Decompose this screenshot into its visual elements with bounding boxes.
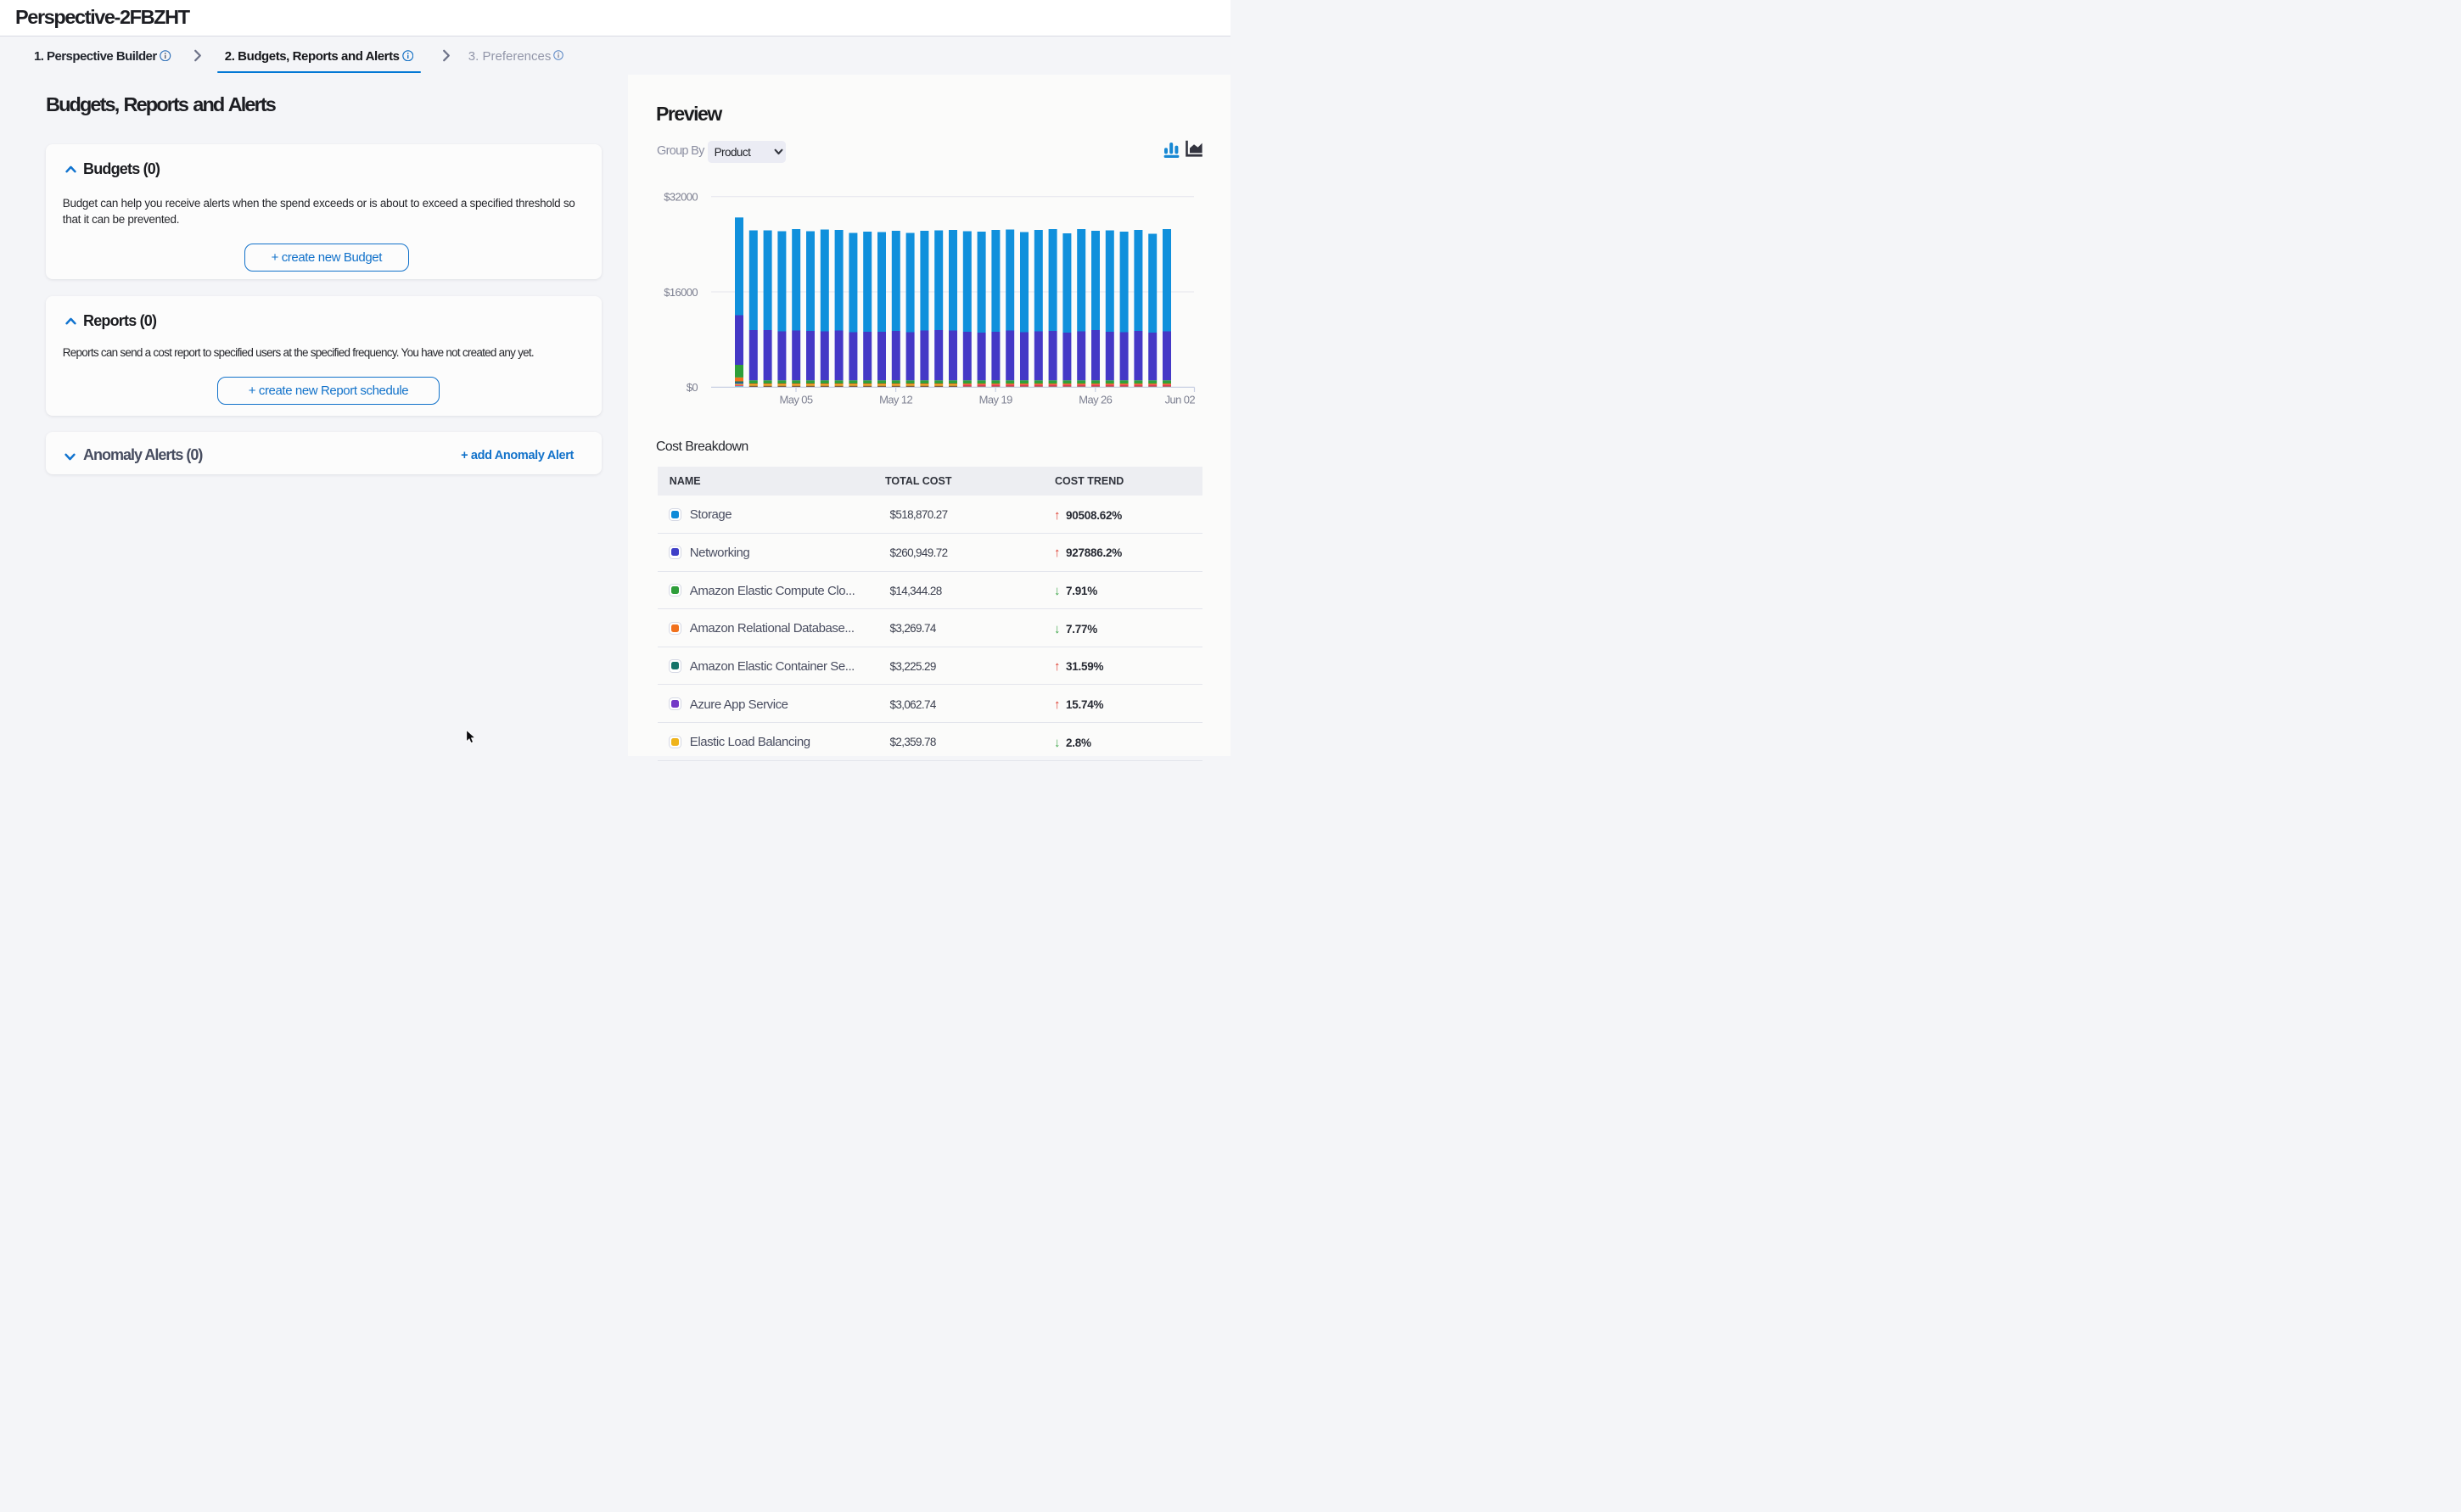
svg-text:May 12: May 12 — [879, 394, 912, 406]
svg-text:Jun 02: Jun 02 — [1165, 394, 1196, 406]
svg-text:May 05: May 05 — [779, 394, 812, 406]
svg-text:May 26: May 26 — [1079, 394, 1112, 406]
svg-text:May 19: May 19 — [979, 394, 1012, 406]
svg-text:$32000: $32000 — [664, 191, 698, 204]
svg-text:$16000: $16000 — [664, 286, 698, 299]
svg-text:$0: $0 — [687, 381, 698, 394]
